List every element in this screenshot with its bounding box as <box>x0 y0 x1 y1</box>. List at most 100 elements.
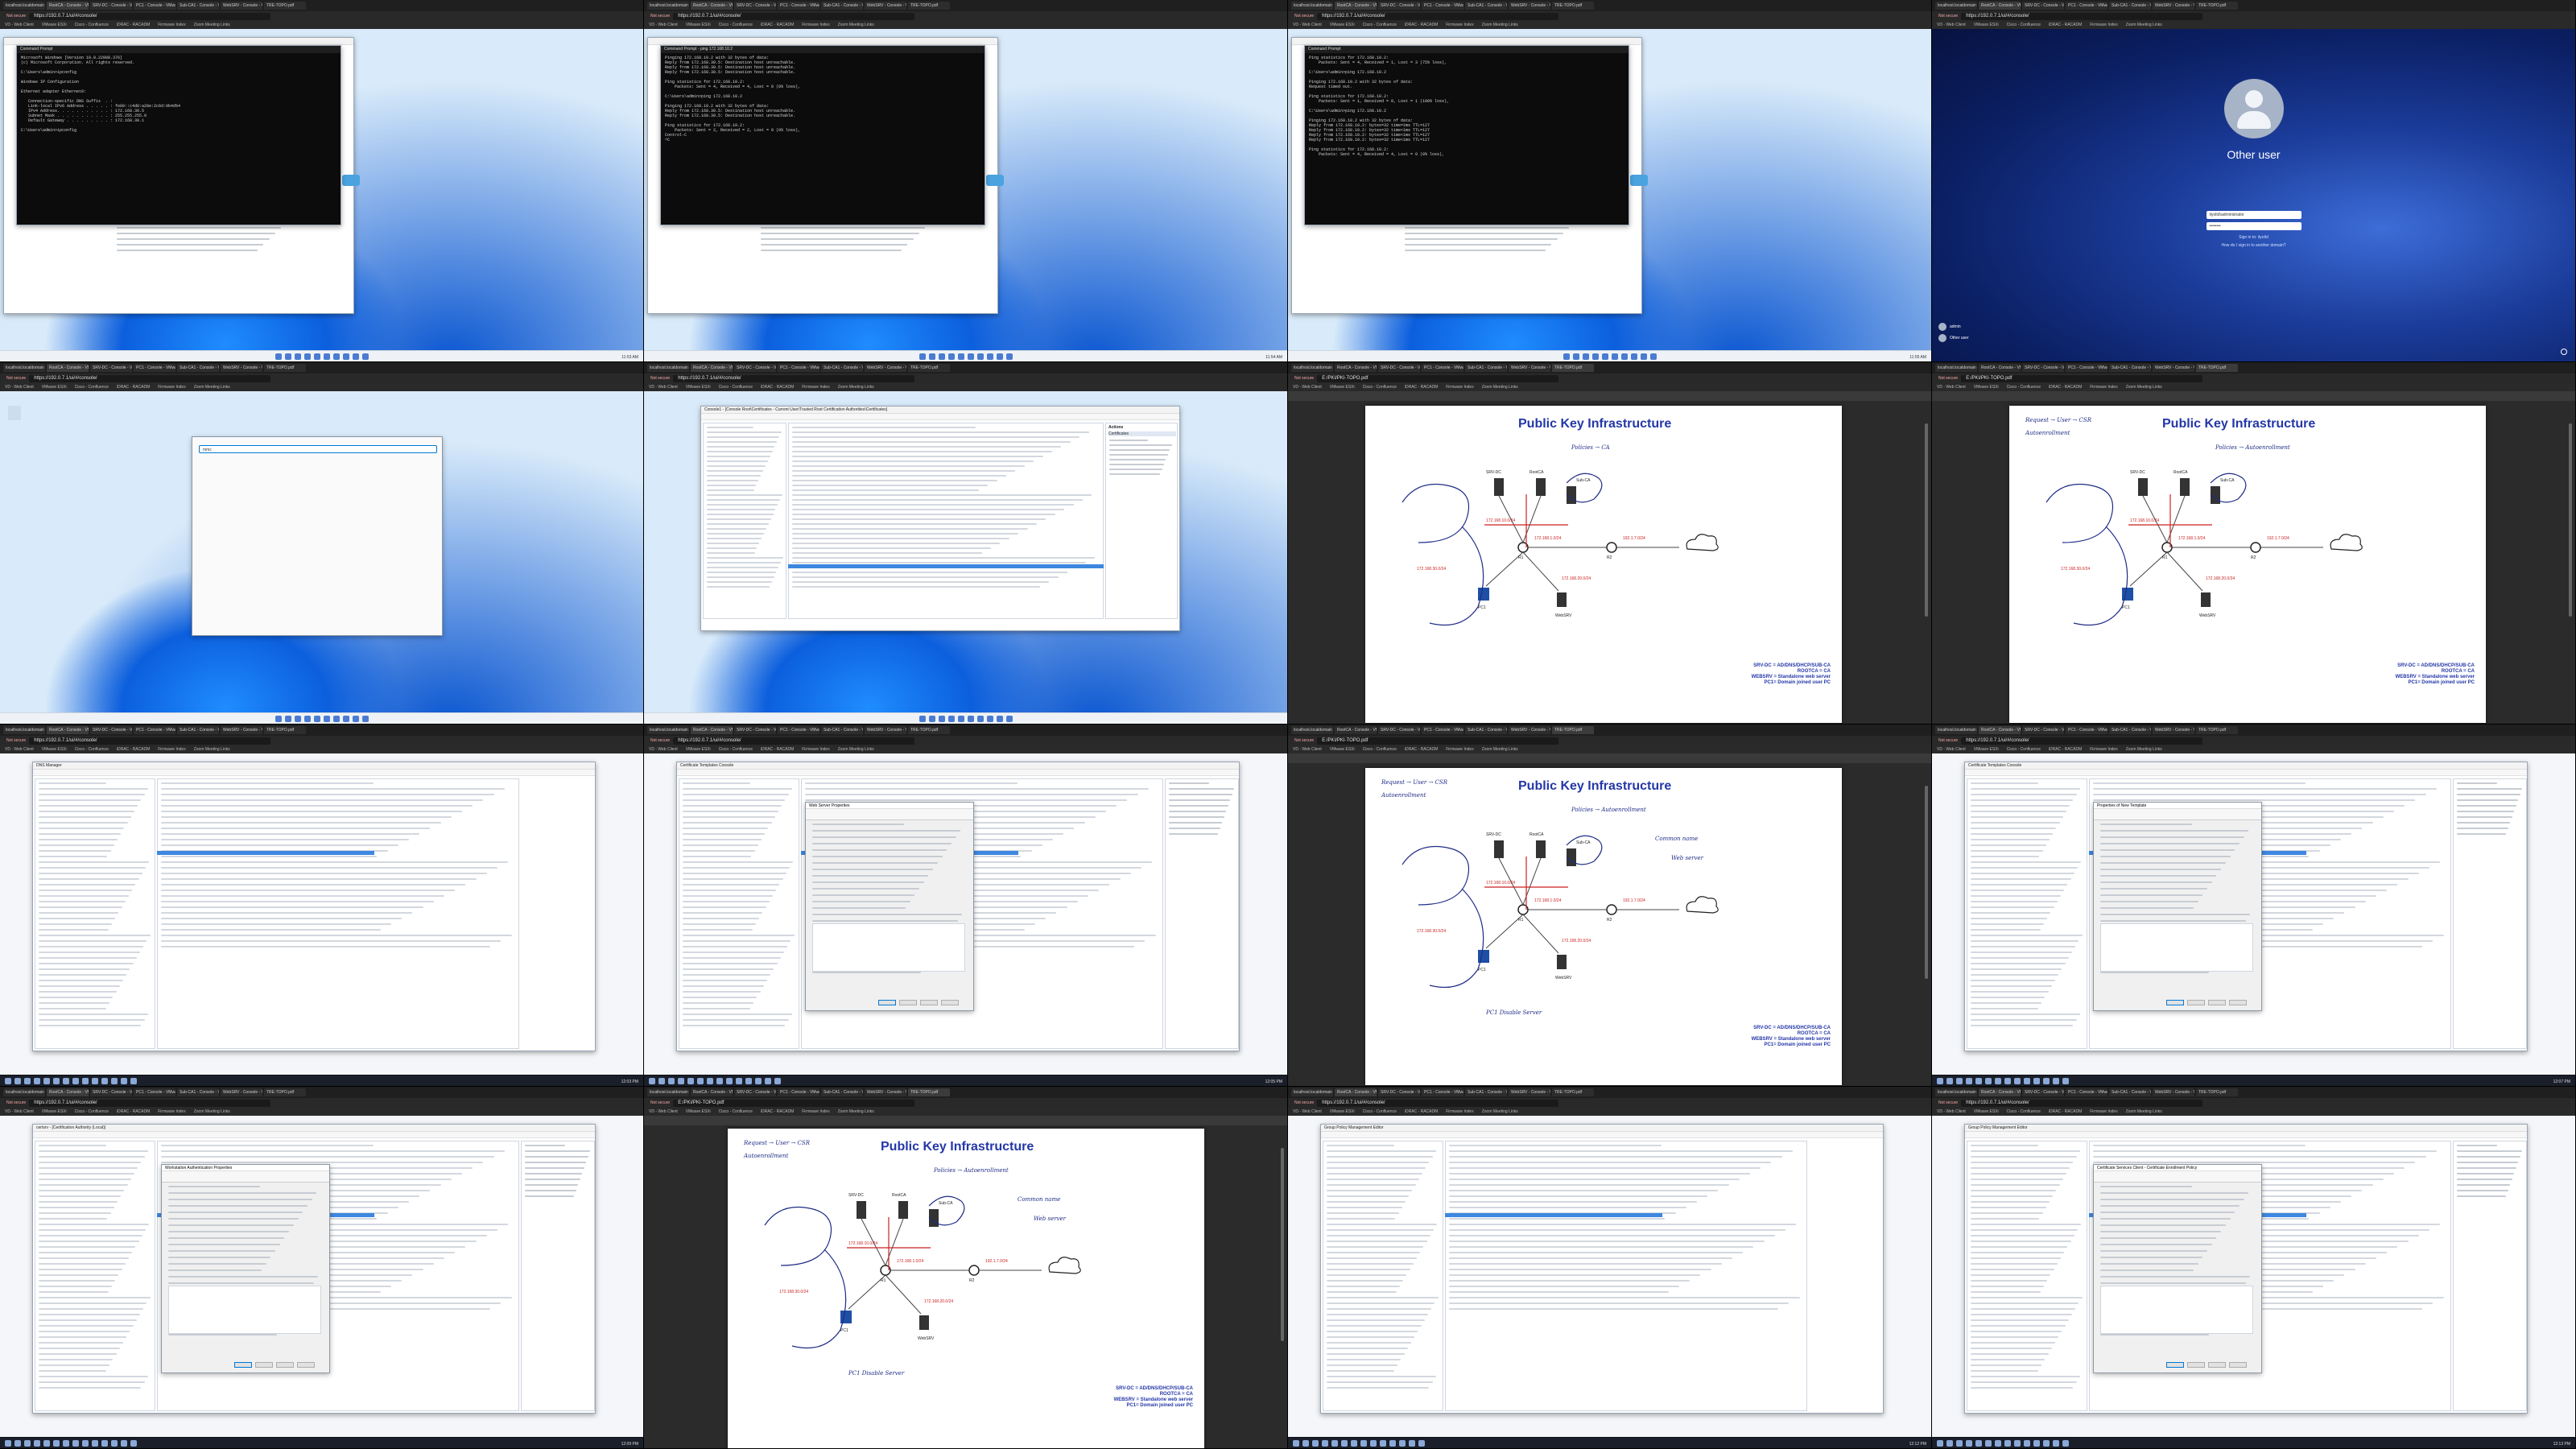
browser-tab[interactable]: Sub-CA1 - Console - VMware ESXi <box>177 2 219 10</box>
taskbar-app-icon[interactable] <box>1563 353 1570 360</box>
bookmark-link[interactable]: Firmware Index <box>802 383 829 391</box>
browser-tab[interactable]: SRV-DC - Console - VMware ESXi <box>2022 2 2064 10</box>
console-output[interactable]: Pinging 172.168.10.2 with 32 bytes of da… <box>661 53 985 225</box>
browser-tab[interactable]: WebSRV - Console - VMware ESXi <box>2153 364 2194 372</box>
bookmark-link[interactable]: VD - Web Client <box>1293 21 1322 29</box>
taskbar-app-icon[interactable] <box>1005 715 1013 722</box>
scrollbar[interactable] <box>2569 423 2572 617</box>
url-field[interactable]: https://192.0.7.1/ui/#/console/ <box>29 12 271 20</box>
taskbar-app-icon[interactable] <box>14 1439 21 1447</box>
bookmark-link[interactable]: Firmware Index <box>1446 21 1473 29</box>
browser-tab[interactable]: localhost.localdomain - VMware <box>1935 726 1977 734</box>
bookmark-link[interactable]: Cisco - Confluence <box>1363 383 1397 391</box>
browser-tab[interactable]: localhost.localdomain - VMware <box>3 2 45 10</box>
ok-button[interactable] <box>878 1000 896 1005</box>
taskbar-app-icon[interactable] <box>1620 353 1628 360</box>
bookmark-link[interactable]: Firmware Index <box>2090 745 2117 753</box>
bookmark-link[interactable]: VMware ESXi <box>686 745 711 753</box>
taskbar-app-icon[interactable] <box>1380 1439 1386 1447</box>
browser-tab[interactable]: TRE-TOPO.pdf <box>1552 2 1594 10</box>
taskbar-app-icon[interactable] <box>1005 353 1013 360</box>
command-prompt-window[interactable]: Command Prompt Microsoft Windows [Version… <box>16 45 341 225</box>
apply-button[interactable] <box>276 1362 294 1368</box>
video-frame-t11[interactable]: localhost.localdomain - VMwareRootCA - C… <box>1288 724 1932 1087</box>
taskbar-app-icon[interactable] <box>736 1077 742 1084</box>
other-domain-link[interactable]: How do I sign in to another domain? <box>1932 243 2575 248</box>
taskbar-app-icon[interactable] <box>1985 1077 1992 1084</box>
taskbar-app-icon[interactable] <box>82 1439 89 1447</box>
browser-tab[interactable]: RootCA - Console - VMware ESXi <box>691 726 733 734</box>
bookmark-link[interactable]: Cisco - Confluence <box>719 21 753 29</box>
taskbar-app-icon[interactable] <box>649 1077 655 1084</box>
scrollbar[interactable] <box>1281 1148 1284 1341</box>
bookmark-link[interactable]: Cisco - Confluence <box>719 383 753 391</box>
browser-tab[interactable]: WebSRV - Console - VMware ESXi <box>221 726 262 734</box>
taskbar-app-icon[interactable] <box>755 1077 762 1084</box>
browser-tab[interactable]: PC1 - Console - VMware ESXi <box>2066 2 2107 10</box>
browser-tab[interactable]: PC1 - Console - VMware ESXi <box>1422 2 1463 10</box>
bookmark-link[interactable]: Cisco - Confluence <box>75 745 109 753</box>
video-frame-t9[interactable]: localhost.localdomain - VMwareRootCA - C… <box>0 724 644 1087</box>
recycle-bin-icon[interactable] <box>8 406 21 420</box>
taskbar-app-icon[interactable] <box>938 353 945 360</box>
bookmark-link[interactable]: Zoom Meeting Links <box>2126 1108 2162 1116</box>
url-field[interactable]: E:/PKI/PKI-TOPO.pdf <box>673 1099 915 1107</box>
taskbar-app-icon[interactable] <box>24 1439 31 1447</box>
bookmark-link[interactable]: VD - Web Client <box>1937 1108 1966 1116</box>
bookmark-link[interactable]: iDRAC - RACADM <box>1405 21 1438 29</box>
taskbar-app-icon[interactable] <box>323 353 330 360</box>
bookmark-link[interactable]: VD - Web Client <box>649 1108 678 1116</box>
browser-tab[interactable]: localhost.localdomain - VMware <box>3 726 45 734</box>
bookmark-link[interactable]: VD - Web Client <box>649 745 678 753</box>
video-frame-t10[interactable]: localhost.localdomain - VMwareRootCA - C… <box>644 724 1288 1087</box>
console-tree[interactable] <box>1967 1141 2087 1411</box>
console-tree[interactable] <box>679 778 799 1049</box>
taskbar-app-icon[interactable] <box>957 715 964 722</box>
taskbar-app-icon[interactable] <box>1611 353 1618 360</box>
taskbar-app-icon[interactable] <box>121 1439 127 1447</box>
command-prompt-window[interactable]: Command Prompt Ping statistics for 172.16… <box>1304 45 1629 225</box>
video-frame-t8[interactable]: localhost.localdomain - VMwareRootCA - C… <box>1932 362 2576 724</box>
taskbar-app-icon[interactable] <box>2033 1077 2040 1084</box>
browser-tab[interactable]: SRV-DC - Console - VMware ESXi <box>90 364 132 372</box>
taskbar-app-icon[interactable] <box>2014 1077 2021 1084</box>
taskbar-app-icon[interactable] <box>1418 1439 1425 1447</box>
cancel-button[interactable] <box>899 1000 917 1005</box>
taskbar-app-icon[interactable] <box>938 715 945 722</box>
browser-tab[interactable]: Sub-CA1 - Console - VMware ESXi <box>2109 726 2151 734</box>
taskbar-app-icon[interactable] <box>1302 1439 1309 1447</box>
bookmark-link[interactable]: Zoom Meeting Links <box>838 1108 874 1116</box>
taskbar-app-icon[interactable] <box>919 715 926 722</box>
apply-button[interactable] <box>920 1000 938 1005</box>
taskbar-app-icon[interactable] <box>1966 1077 1972 1084</box>
bookmark-link[interactable]: iDRAC - RACADM <box>2049 383 2082 391</box>
username-field[interactable]: ityoltd\administrator <box>2206 211 2301 219</box>
bookmark-link[interactable]: Firmware Index <box>158 745 185 753</box>
taskbar-app-icon[interactable] <box>1995 1077 2001 1084</box>
help-button[interactable] <box>297 1362 315 1368</box>
taskbar-app-icon[interactable] <box>303 715 311 722</box>
url-field[interactable]: E:/PKI/PKI-TOPO.pdf <box>1317 374 1559 382</box>
taskbar-app-icon[interactable] <box>976 353 984 360</box>
video-frame-t16[interactable]: localhost.localdomain - VMwareRootCA - C… <box>1932 1087 2576 1449</box>
bookmark-link[interactable]: iDRAC - RACADM <box>1405 745 1438 753</box>
taskbar-app-icon[interactable] <box>72 1077 79 1084</box>
browser-tab[interactable]: WebSRV - Console - VMware ESXi <box>865 364 906 372</box>
url-field[interactable]: https://192.0.7.1/ui/#/console/ <box>1961 12 2203 20</box>
taskbar-app-icon[interactable] <box>275 353 282 360</box>
bookmark-link[interactable]: Cisco - Confluence <box>75 383 109 391</box>
taskbar-app-icon[interactable] <box>43 1077 50 1084</box>
taskbar-app-icon[interactable] <box>294 353 301 360</box>
browser-tab[interactable]: SRV-DC - Console - VMware ESXi <box>2022 364 2064 372</box>
bookmark-link[interactable]: iDRAC - RACADM <box>117 1108 150 1116</box>
bookmark-link[interactable]: Firmware Index <box>802 1108 829 1116</box>
bookmark-link[interactable]: Firmware Index <box>2090 21 2117 29</box>
taskbar-app-icon[interactable] <box>1966 1439 1972 1447</box>
browser-tab[interactable]: Sub-CA1 - Console - VMware ESXi <box>177 1088 219 1096</box>
dialog-listbox[interactable] <box>2100 1286 2253 1334</box>
browser-tab[interactable]: WebSRV - Console - VMware ESXi <box>221 2 262 10</box>
ok-button[interactable] <box>234 1362 252 1368</box>
taskbar-app-icon[interactable] <box>1582 353 1589 360</box>
taskbar-app-icon[interactable] <box>92 1077 98 1084</box>
browser-tab[interactable]: TRE-TOPO.pdf <box>908 2 950 10</box>
